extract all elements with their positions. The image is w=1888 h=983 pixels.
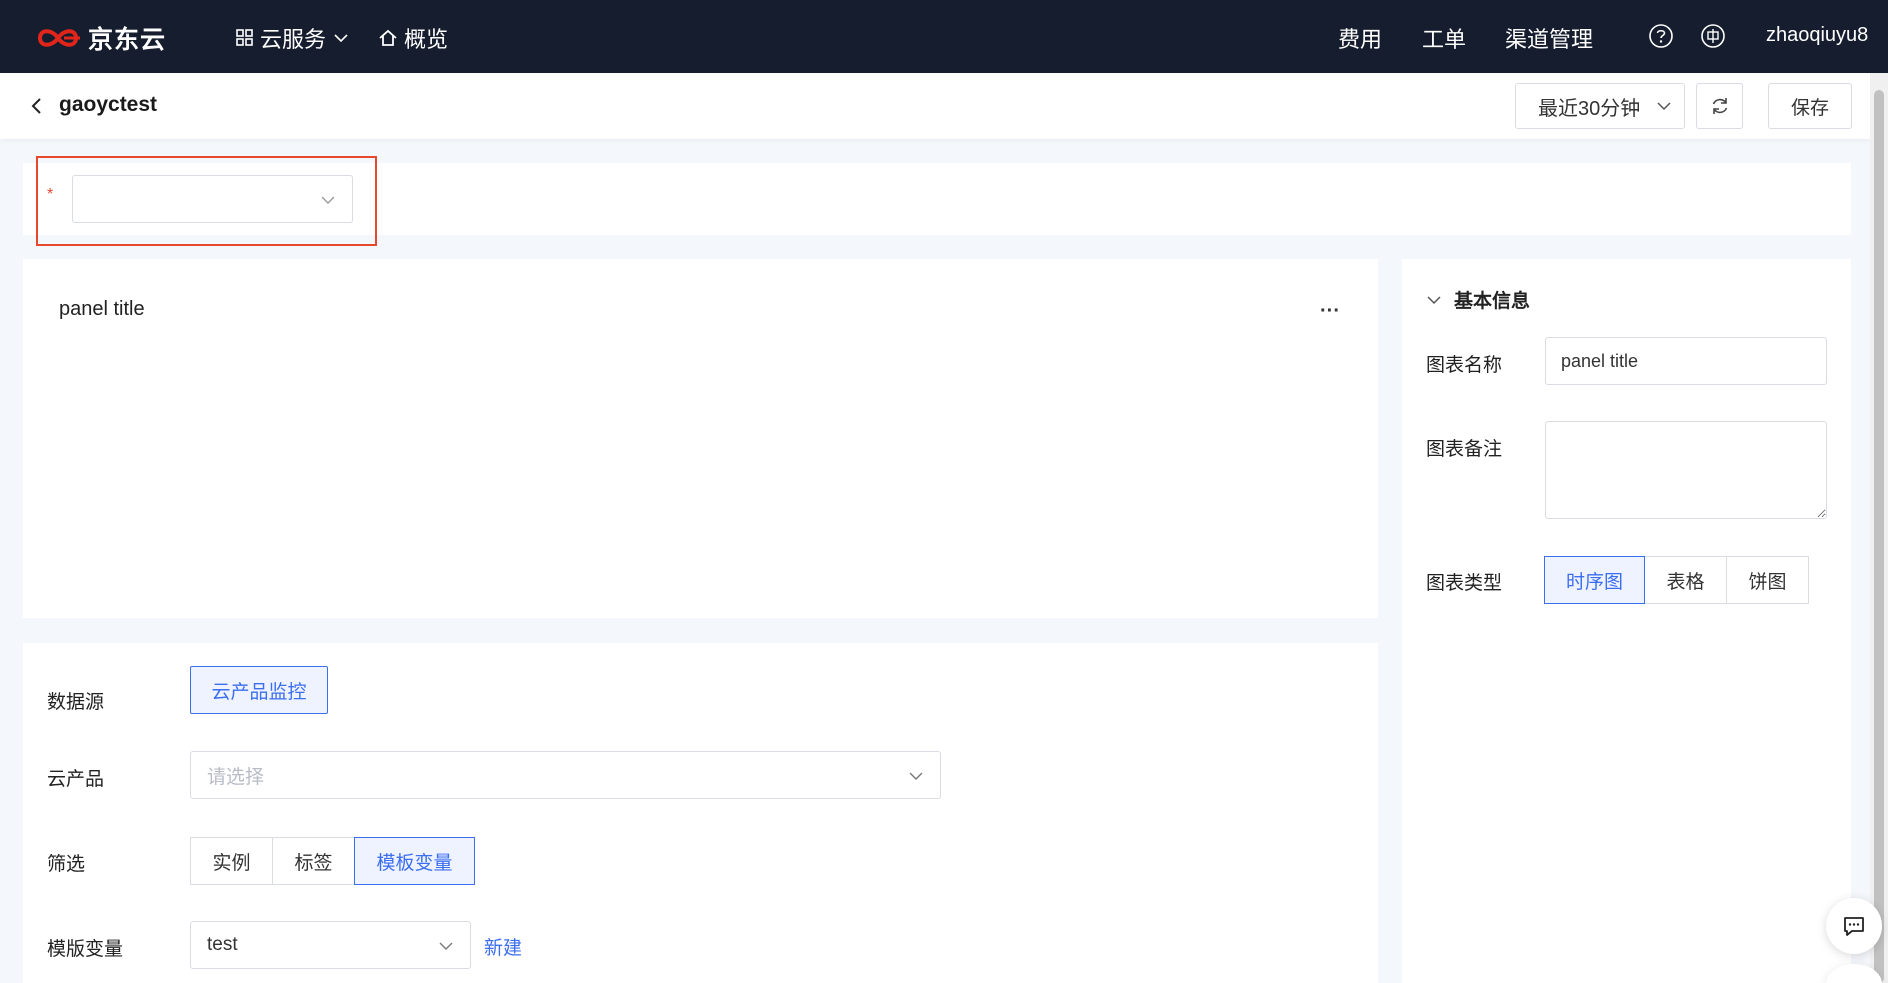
top-navbar: 京东云 云服务 概览 费用 工单 渠道管理 zhaoqiuyu8: [0, 0, 1888, 73]
chart-type-timeseries-tab[interactable]: 时序图: [1544, 556, 1645, 604]
user-menu[interactable]: zhaoqiuyu8: [1766, 24, 1868, 47]
panel-preview: [23, 259, 1378, 618]
chart-note-label: 图表备注: [1426, 439, 1503, 460]
brand-name: 京东云: [88, 26, 167, 54]
chart-name-input[interactable]: [1545, 337, 1827, 385]
filter-label: 筛选: [47, 854, 86, 875]
save-button[interactable]: 保存: [1768, 83, 1852, 129]
refresh-button[interactable]: [1696, 83, 1743, 129]
filter-tag-tab[interactable]: 标签: [272, 837, 355, 885]
datasource-value: 云产品监控: [211, 681, 307, 703]
page-header: gaoyctest 最近30分钟 保存: [0, 73, 1870, 139]
datasource-label: 数据源: [47, 692, 105, 713]
nav-tickets[interactable]: 工单: [1422, 22, 1466, 54]
nav-overview[interactable]: 概览: [378, 22, 448, 54]
product-select[interactable]: 请选择: [190, 751, 941, 799]
chevron-down-icon: [1657, 102, 1671, 111]
filter-template-var-tab[interactable]: 模板变量: [354, 837, 475, 885]
jdcloud-logo-icon: [37, 29, 80, 47]
new-template-var-link[interactable]: 新建: [484, 933, 522, 960]
basic-info-collapse[interactable]: 基本信息: [1426, 286, 1530, 313]
product-placeholder: 请选择: [207, 766, 265, 788]
scrollbar-thumb[interactable]: [1874, 90, 1884, 983]
chart-type-table-tab[interactable]: 表格: [1644, 556, 1727, 604]
panel-title: panel title: [59, 298, 145, 320]
home-icon: [379, 29, 397, 46]
chart-name-label: 图表名称: [1426, 355, 1503, 376]
brand-logo[interactable]: 京东云: [34, 20, 166, 56]
product-label: 云产品: [47, 769, 105, 790]
chat-support-button[interactable]: [1826, 898, 1882, 954]
chevron-down-icon: [1427, 295, 1441, 304]
help-icon[interactable]: [1648, 23, 1674, 49]
nav-overview-label: 概览: [404, 27, 449, 52]
language-icon[interactable]: [1700, 23, 1726, 49]
page-title: gaoyctest: [59, 93, 158, 116]
grid-icon: [236, 29, 253, 46]
basic-info-title: 基本信息: [1454, 291, 1531, 312]
chart-type-label: 图表类型: [1426, 573, 1503, 594]
datasource-cloud-monitor-button[interactable]: 云产品监控: [190, 666, 328, 714]
template-var-value: test: [207, 934, 238, 955]
chart-type-pie-tab[interactable]: 饼图: [1726, 556, 1809, 604]
nav-channel-mgmt[interactable]: 渠道管理: [1505, 22, 1593, 54]
template-var-select[interactable]: test: [190, 921, 471, 969]
time-range-select[interactable]: 最近30分钟: [1515, 83, 1685, 129]
nav-cloud-services[interactable]: 云服务: [236, 22, 356, 54]
chat-bubble-icon: [1844, 917, 1864, 936]
chart-note-textarea[interactable]: [1545, 421, 1827, 519]
chevron-down-icon: [334, 34, 348, 43]
more-options-icon[interactable]: ···: [1320, 300, 1340, 323]
filter-segmented-control: 实例 标签 模板变量: [190, 837, 475, 885]
refresh-icon: [1712, 98, 1727, 114]
time-range-value: 最近30分钟: [1538, 97, 1641, 120]
chevron-down-icon: [909, 772, 923, 780]
chart-type-segmented-control: 时序图 表格 饼图: [1544, 556, 1809, 604]
annotation-highlight-box: [36, 156, 377, 246]
nav-fees[interactable]: 费用: [1338, 22, 1382, 54]
template-var-label: 模版变量: [47, 939, 124, 960]
chevron-down-icon: [439, 942, 453, 950]
filter-instance-tab[interactable]: 实例: [190, 837, 273, 885]
back-arrow-icon[interactable]: [28, 95, 46, 117]
nav-cloud-services-label: 云服务: [260, 27, 327, 52]
